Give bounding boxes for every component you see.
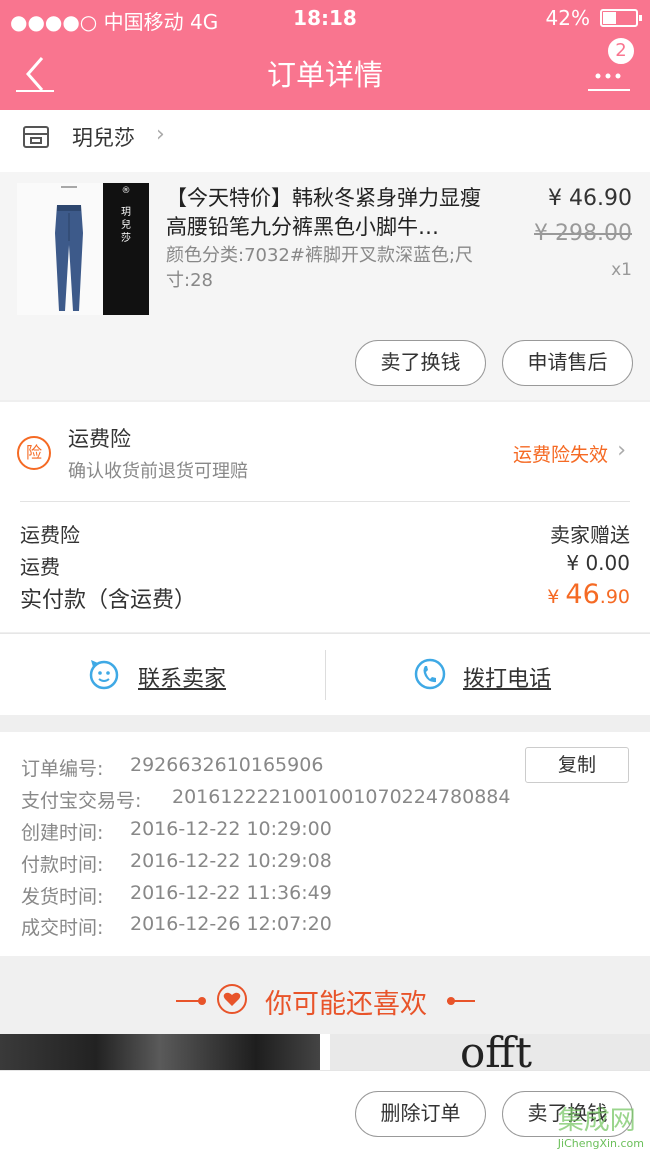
call-phone-label: 拨打电话: [463, 667, 552, 692]
info-row-completed: 成交时间: 2016-12-26 12:07:20: [21, 913, 332, 940]
bottom-action-bar: 删除订单 卖了换钱 集成网 JiChengXin.com: [0, 1070, 650, 1156]
sell-button[interactable]: 卖了换钱: [355, 340, 486, 386]
product-title[interactable]: 【今天特价】韩秋冬紧身弹力显瘦高腰铅笔九分裤黑色小脚牛…: [166, 184, 496, 242]
info-row-paid: 付款时间: 2016-12-22 10:29:08: [21, 850, 332, 877]
info-row-shipped: 发货时间: 2016-12-22 11:36:49: [21, 882, 332, 909]
header: ●●●●○ 中国移动 4G 18:18 42% 订单详情 2: [0, 0, 650, 110]
chevron-right-icon: ›: [156, 122, 165, 147]
phone-icon: [414, 658, 446, 690]
product-price: ¥ 46.90: [548, 186, 632, 211]
contact-seller-button[interactable]: 联系卖家: [88, 634, 268, 716]
battery-percent: 42%: [545, 6, 590, 30]
info-row-order-number: 订单编号: 2926632610165906: [21, 754, 323, 781]
chevron-right-icon[interactable]: ›: [617, 438, 626, 463]
fee-label: 运费: [20, 555, 60, 579]
insurance-status-link[interactable]: 运费险失效: [513, 440, 608, 467]
svg-text:®: ®: [122, 186, 131, 196]
product-image[interactable]: ® 玥兒莎: [17, 183, 149, 315]
insurance-badge-icon: 险: [17, 436, 51, 470]
total-amount: ¥ 46.90: [547, 579, 630, 610]
delete-order-button[interactable]: 删除订单: [355, 1091, 486, 1137]
recommend-item-image[interactable]: offt: [330, 1034, 650, 1072]
decor-line: [447, 1000, 475, 1002]
notification-badge: 2: [606, 36, 636, 66]
info-label: 支付宝交易号:: [21, 790, 142, 812]
info-value: 2926632610165906: [130, 754, 324, 776]
fee-row: 运费 ¥ 0.00: [20, 551, 630, 581]
original-price: ¥ 298.00: [534, 221, 632, 246]
contact-seller-label: 联系卖家: [138, 667, 227, 692]
info-row-created: 创建时间: 2016-12-22 10:29:00: [21, 818, 332, 845]
order-info: 订单编号: 2926632610165906 复制 支付宝交易号: 201612…: [0, 732, 650, 956]
insurance-subtitle: 确认收货前退货可理赔: [68, 461, 248, 482]
recommend-item-image[interactable]: [0, 1034, 320, 1072]
watermark: 集成网 JiChengXin.com: [558, 1100, 644, 1150]
call-phone-button[interactable]: 拨打电话: [414, 634, 594, 716]
shop-icon: [23, 126, 49, 148]
recommend-thumbnails[interactable]: offt: [0, 1034, 650, 1072]
shop-name: 玥兒莎: [72, 126, 135, 150]
shop-row[interactable]: 玥兒莎 ›: [0, 110, 650, 172]
total-row: 实付款（含运费） ¥ 46.90: [20, 579, 630, 613]
info-value: 2016-12-26 12:07:20: [130, 913, 332, 935]
page-title: 订单详情: [266, 58, 383, 92]
info-label: 成交时间:: [21, 917, 104, 939]
product-spec: 颜色分类:7032#裤脚开叉款深蓝色;尺寸:28: [166, 245, 474, 291]
info-row-alipay: 支付宝交易号: 2016122221001001070224780884: [21, 786, 510, 813]
total-decimal: .90: [599, 586, 630, 608]
fee-value: ¥ 0.00: [566, 551, 630, 575]
total-label: 实付款（含运费）: [20, 588, 197, 613]
insurance-title: 运费险: [68, 427, 131, 451]
contact-bar: 联系卖家 拨打电话: [0, 633, 650, 715]
recommend-header: 你可能还喜欢: [0, 956, 650, 1046]
product-card[interactable]: ® 玥兒莎 【今天特价】韩秋冬紧身弹力显瘦高腰铅笔九分裤黑色小脚牛… 颜色分类:…: [0, 172, 650, 400]
info-label: 发货时间:: [21, 886, 104, 908]
total-integer: 46: [565, 579, 600, 610]
watermark-url: JiChengXin.com: [557, 1137, 644, 1150]
info-value: 2016-12-22 10:29:08: [130, 850, 332, 872]
recommend-title: 你可能还喜欢: [265, 989, 427, 1020]
jeans-image: ® 玥兒莎: [17, 183, 149, 315]
total-currency: ¥: [547, 586, 566, 608]
fee-label: 运费险: [20, 523, 80, 547]
info-value: 2016-12-22 11:36:49: [130, 882, 332, 904]
quantity: x1: [611, 260, 632, 280]
info-label: 付款时间:: [21, 854, 104, 876]
chat-face-icon: [89, 660, 119, 690]
divider: [325, 650, 326, 700]
divider: [20, 501, 630, 502]
info-label: 订单编号:: [21, 758, 104, 780]
copy-button[interactable]: 复制: [525, 747, 629, 783]
status-bar: ●●●●○ 中国移动 4G 18:18 42%: [0, 0, 650, 36]
insurance-section: 险 运费险 确认收货前退货可理赔 运费险失效 › 运费险 卖家赠送 运费 ¥ 0…: [0, 402, 650, 632]
battery-icon: [600, 9, 642, 27]
watermark-logo: 集成网: [557, 1106, 636, 1136]
fee-value: 卖家赠送: [550, 523, 630, 547]
info-value: 2016-12-22 10:29:00: [130, 818, 332, 840]
fee-row: 运费险 卖家赠送: [20, 519, 630, 549]
info-label: 创建时间:: [21, 822, 104, 844]
info-value: 2016122221001001070224780884: [172, 786, 511, 808]
product-image-logo: 玥兒莎: [121, 206, 131, 244]
after-sale-button[interactable]: 申请售后: [502, 340, 633, 386]
